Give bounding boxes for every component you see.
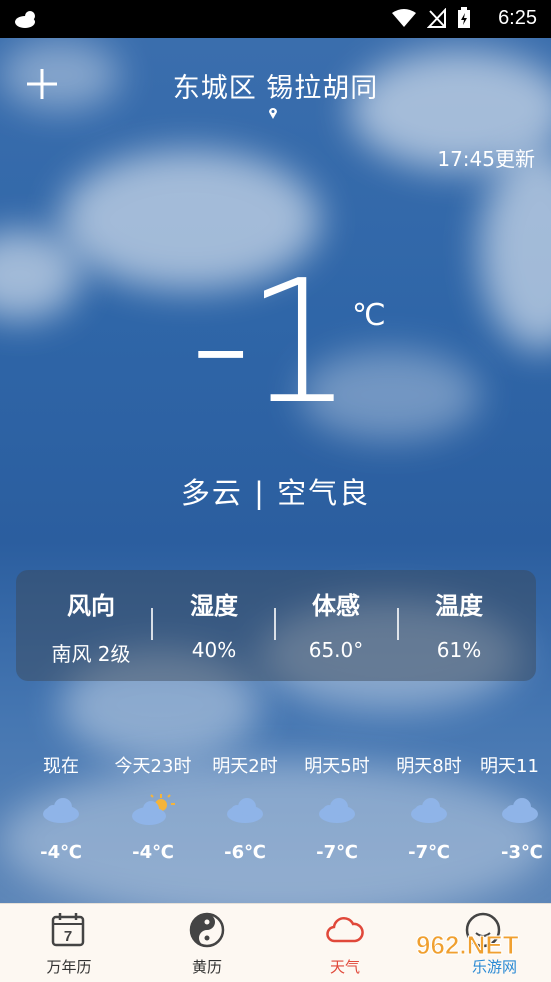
- weather-status-icon: [14, 9, 40, 33]
- hourly-time: 今天23时: [114, 756, 192, 777]
- status-time: 6:25: [498, 7, 537, 29]
- detail-wind: 风向 南风 2级: [30, 570, 152, 681]
- hourly-item: 明天5时 -7℃: [291, 752, 383, 863]
- weather-details-panel: 风向 南风 2级 湿度 40% 体感 65.0° 温度 61%: [16, 570, 536, 681]
- hourly-time: 明天11: [480, 756, 539, 777]
- hourly-time: 明天5时: [304, 756, 370, 777]
- partly-sunny-icon: [131, 794, 175, 830]
- hourly-temp: -3℃: [501, 842, 543, 863]
- temperature-unit: ℃: [352, 298, 386, 333]
- cloud-icon: [41, 796, 81, 828]
- cloud-icon: [409, 796, 449, 828]
- nav-almanac[interactable]: 黄历: [138, 904, 276, 982]
- hourly-temp: -4℃: [40, 842, 82, 863]
- hourly-temp: -7℃: [316, 842, 358, 863]
- status-bar: 6:25: [0, 0, 551, 38]
- detail-value: 南风 2级: [51, 642, 131, 666]
- cloud-icon: [500, 796, 540, 828]
- hourly-item: 明天8时 -7℃: [383, 752, 475, 863]
- detail-value: 61%: [436, 638, 482, 662]
- update-time: 17:45更新: [437, 147, 535, 171]
- nav-weather[interactable]: 天气: [276, 904, 414, 982]
- location-pin-icon: [268, 104, 278, 123]
- weather-cloud-icon: [326, 911, 364, 949]
- nav-calendar[interactable]: 7 万年历: [0, 904, 138, 982]
- nav-label: 万年历: [46, 958, 92, 976]
- detail-label: 体感: [312, 592, 360, 620]
- nav-label: 天气: [329, 958, 360, 976]
- calendar-day: 7: [64, 928, 72, 945]
- hourly-item: 现在 -4℃: [15, 752, 107, 863]
- battery-charging-icon: [457, 7, 471, 33]
- weather-condition: 多云 | 空气良: [180, 476, 371, 510]
- hourly-time: 明天8时: [396, 756, 462, 777]
- hourly-temp: -6℃: [224, 842, 266, 863]
- hourly-temp: -4℃: [132, 842, 174, 863]
- calendar-icon: 7: [50, 911, 88, 949]
- hourly-item: 明天11 -3℃: [475, 752, 551, 863]
- detail-label: 风向: [67, 592, 115, 620]
- cloud-icon: [317, 796, 357, 828]
- current-temperature: -1: [190, 244, 353, 442]
- watermark-text: 962.NET: [416, 930, 519, 960]
- watermark: 962.NET 乐游网: [412, 924, 542, 977]
- detail-label: 湿度: [190, 592, 238, 620]
- location-title[interactable]: 东城区 锡拉胡同: [0, 66, 551, 105]
- detail-value: 65.0°: [308, 638, 364, 662]
- detail-label: 温度: [435, 592, 483, 620]
- cloud-icon: [225, 796, 265, 828]
- detail-humidity: 湿度 40%: [153, 570, 275, 681]
- no-signal-icon: [426, 7, 447, 32]
- yin-yang-icon: [188, 911, 226, 949]
- hourly-time: 现在: [43, 756, 79, 777]
- detail-feels-like: 体感 65.0°: [275, 570, 397, 681]
- hourly-temp: -7℃: [408, 842, 450, 863]
- hourly-item: 明天2时 -6℃: [199, 752, 291, 863]
- watermark-subtext: 乐游网: [472, 958, 517, 976]
- detail-temperature: 温度 61%: [398, 570, 520, 681]
- hourly-item: 今天23时 -4℃: [107, 752, 199, 863]
- wifi-icon: [391, 8, 417, 32]
- detail-value: 40%: [191, 638, 237, 662]
- hourly-time: 明天2时: [212, 756, 278, 777]
- nav-label: 黄历: [191, 958, 222, 976]
